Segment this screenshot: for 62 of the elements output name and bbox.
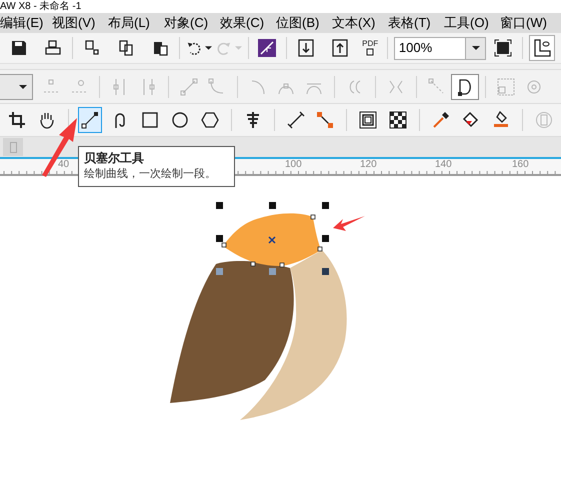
printer-icon <box>44 39 62 57</box>
arrow-icon <box>333 216 365 231</box>
shadow-icon <box>359 111 378 129</box>
import-icon <box>297 39 316 57</box>
full-screen-icon <box>494 39 512 57</box>
ellipse-icon <box>170 111 189 129</box>
caret-icon <box>234 46 242 50</box>
ruler-label: 100 <box>285 159 302 170</box>
save-icon <box>10 39 28 57</box>
checkerboard-icon <box>389 111 408 129</box>
ruler-label: 40 <box>58 159 70 170</box>
documents-icon <box>116 39 135 57</box>
object-icon <box>534 111 553 129</box>
node-icon <box>42 78 60 96</box>
node-icon <box>70 78 88 96</box>
node-icon <box>208 78 226 96</box>
options-button[interactable] <box>528 35 555 61</box>
crop-icon <box>8 111 26 129</box>
node-icon <box>525 78 543 96</box>
menu-item[interactable]: 效果(C) <box>213 13 269 33</box>
node-icon <box>497 78 515 96</box>
node-icon <box>249 78 267 96</box>
menu-item[interactable]: 对象(C) <box>157 13 213 33</box>
caret-icon <box>204 46 212 50</box>
connector-icon <box>316 111 334 129</box>
ruler-label: 120 <box>360 159 377 170</box>
menu-item[interactable]: 表格(T) <box>381 13 437 33</box>
menu-item[interactable]: 工具(O) <box>437 13 493 33</box>
node-icon <box>428 78 446 96</box>
ruler-icon <box>532 39 551 57</box>
eyedropper-icon <box>432 111 450 129</box>
bezier-icon <box>80 111 99 129</box>
menu-item[interactable]: 布局(L) <box>101 13 157 33</box>
hand-icon <box>38 111 56 129</box>
fill-bucket-icon <box>462 111 480 129</box>
window-title: AW X8 - 未命名 -1 <box>0 0 82 13</box>
node-icon <box>180 78 198 96</box>
page-icon <box>10 142 16 152</box>
rectangle-icon <box>140 111 159 129</box>
menu-item[interactable]: 文本(X) <box>325 13 381 33</box>
menu-item[interactable]: 窗口(W) <box>493 13 549 33</box>
zoom-field[interactable]: 100% <box>394 36 486 60</box>
node-tool-button[interactable] <box>451 74 479 100</box>
dropdown[interactable] <box>0 74 33 100</box>
menu-item[interactable]: 编辑(E) <box>0 13 45 33</box>
menu-item[interactable]: 视图(V) <box>45 13 101 33</box>
pdf-button[interactable]: PDF <box>359 35 382 61</box>
page-icon <box>366 48 374 56</box>
tooltip-description: 绘制曲线，一次绘制一段。 <box>84 167 216 182</box>
export-icon <box>331 39 350 57</box>
interactive-fill-icon <box>492 111 510 129</box>
caret-icon <box>472 46 480 50</box>
hexagon-icon <box>200 111 219 129</box>
ruler-label: 140 <box>435 159 452 170</box>
ruler-label: 160 <box>512 159 529 170</box>
tool-button[interactable] <box>78 107 102 133</box>
caret-icon <box>19 84 27 88</box>
arrow-icon <box>40 115 80 177</box>
menu-item[interactable]: 位图(B) <box>269 13 325 33</box>
node-icon <box>456 78 474 96</box>
dimension-icon <box>286 111 305 129</box>
tooltip-title: 贝塞尔工具 <box>84 150 144 166</box>
